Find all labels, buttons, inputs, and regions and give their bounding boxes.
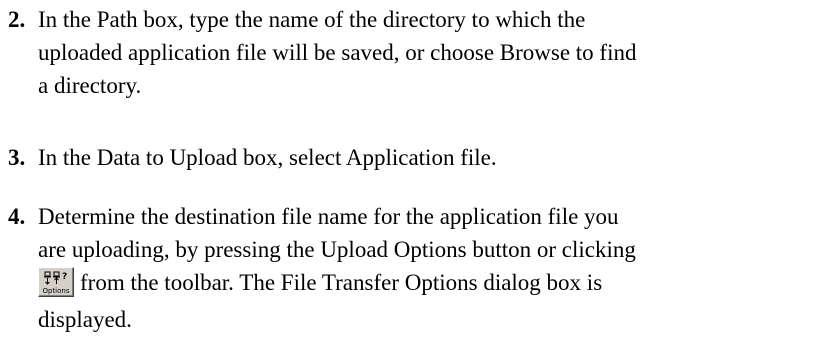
options-icon: ?: [44, 271, 67, 285]
step-number: 3.: [8, 145, 26, 170]
step-text-line: are uploading, by pressing the Upload Op…: [38, 237, 636, 262]
step-number: 4.: [8, 204, 26, 229]
step-text-inline: from the toolbar. The File Transfer Opti…: [80, 270, 603, 295]
step-number: 2.: [8, 7, 26, 32]
step-text-line: displayed.: [38, 307, 132, 332]
step-text-line-with-icon: ? Options from the toolbar. The File Tran…: [38, 266, 818, 299]
step-text-line: In the Path box, type the name of the di…: [38, 7, 586, 32]
step-text-line: uploaded application file will be saved,…: [38, 40, 637, 65]
svg-text:?: ?: [62, 272, 67, 282]
step-text: Determine the destination file name for …: [38, 200, 818, 336]
options-button-label: Options: [42, 287, 70, 295]
options-toolbar-button[interactable]: ? Options: [38, 267, 74, 297]
step-text-line: a directory.: [38, 73, 142, 98]
step-text-line: Determine the destination file name for …: [38, 204, 619, 229]
step-text-line: In the Data to Upload box, select Applic…: [38, 145, 497, 170]
step-text: In the Path box, type the name of the di…: [38, 3, 818, 102]
step-text: In the Data to Upload box, select Applic…: [38, 141, 818, 174]
